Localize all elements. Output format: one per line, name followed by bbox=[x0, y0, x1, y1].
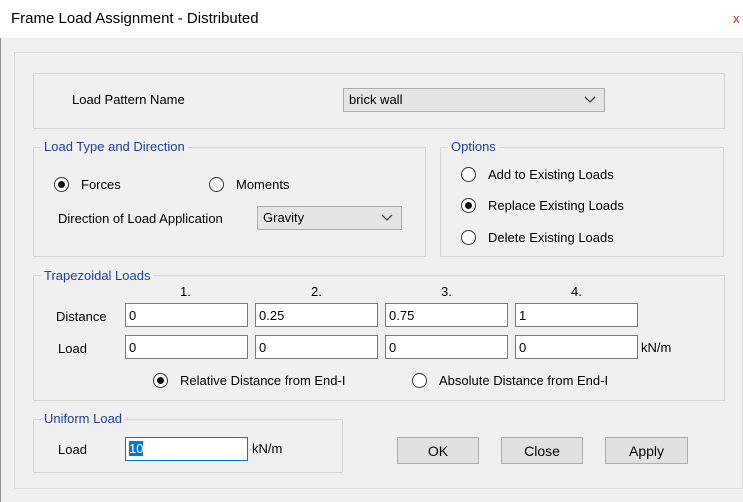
close-icon[interactable]: x bbox=[733, 11, 743, 26]
distance-input-2[interactable] bbox=[255, 303, 378, 327]
chevron-down-icon bbox=[584, 89, 596, 111]
uniform-load-legend: Uniform Load bbox=[41, 411, 126, 426]
distance-input-1[interactable] bbox=[125, 303, 248, 327]
direction-label: Direction of Load Application bbox=[58, 211, 223, 226]
moments-radio[interactable] bbox=[209, 177, 224, 192]
load-pattern-select[interactable]: brick wall bbox=[343, 88, 605, 112]
column-header-2: 2. bbox=[311, 284, 322, 299]
uniform-load-label: Load bbox=[58, 442, 87, 457]
distance-input-4[interactable] bbox=[515, 303, 638, 327]
distance-label: Distance bbox=[56, 309, 107, 324]
absolute-distance-radio[interactable] bbox=[412, 373, 427, 388]
delete-existing-radio[interactable] bbox=[461, 230, 476, 245]
ok-button[interactable]: OK bbox=[397, 437, 479, 464]
chevron-down-icon bbox=[381, 207, 393, 229]
uniform-load-value: 10 bbox=[129, 441, 144, 456]
column-header-4: 4. bbox=[571, 284, 582, 299]
add-existing-radio[interactable] bbox=[461, 167, 476, 182]
relative-distance-label: Relative Distance from End-I bbox=[180, 373, 346, 388]
load-input-4[interactable] bbox=[515, 335, 638, 359]
load-type-legend: Load Type and Direction bbox=[41, 139, 188, 154]
load-pattern-value: brick wall bbox=[349, 92, 403, 107]
trap-load-label: Load bbox=[58, 341, 87, 356]
direction-select[interactable]: Gravity bbox=[257, 206, 402, 230]
add-existing-label: Add to Existing Loads bbox=[488, 167, 614, 182]
apply-button[interactable]: Apply bbox=[605, 437, 688, 464]
title-bar: Frame Load Assignment - Distributed x bbox=[0, 0, 743, 38]
moments-label: Moments bbox=[236, 177, 290, 192]
uniform-unit-label: kN/m bbox=[252, 441, 283, 456]
forces-label: Forces bbox=[81, 177, 121, 192]
load-input-3[interactable] bbox=[385, 335, 508, 359]
distance-input-3[interactable] bbox=[385, 303, 508, 327]
column-header-3: 3. bbox=[441, 284, 452, 299]
forces-radio[interactable] bbox=[54, 177, 69, 192]
load-input-2[interactable] bbox=[255, 335, 378, 359]
trapezoidal-legend: Trapezoidal Loads bbox=[41, 268, 154, 283]
relative-distance-radio[interactable] bbox=[153, 373, 168, 388]
options-legend: Options bbox=[448, 139, 499, 154]
close-button[interactable]: Close bbox=[501, 437, 583, 464]
column-header-1: 1. bbox=[180, 284, 191, 299]
uniform-load-input[interactable]: 10 bbox=[125, 437, 248, 461]
absolute-distance-label: Absolute Distance from End-I bbox=[439, 373, 609, 388]
replace-existing-label: Replace Existing Loads bbox=[488, 198, 624, 213]
load-input-1[interactable] bbox=[125, 335, 248, 359]
window-title: Frame Load Assignment - Distributed bbox=[11, 10, 259, 27]
trap-unit-label: kN/m bbox=[641, 340, 672, 355]
replace-existing-radio[interactable] bbox=[461, 198, 476, 213]
window-border bbox=[0, 38, 1, 502]
load-type-group bbox=[33, 147, 426, 257]
delete-existing-label: Delete Existing Loads bbox=[488, 230, 614, 245]
load-pattern-label: Load Pattern Name bbox=[72, 92, 185, 107]
direction-value: Gravity bbox=[263, 210, 305, 225]
